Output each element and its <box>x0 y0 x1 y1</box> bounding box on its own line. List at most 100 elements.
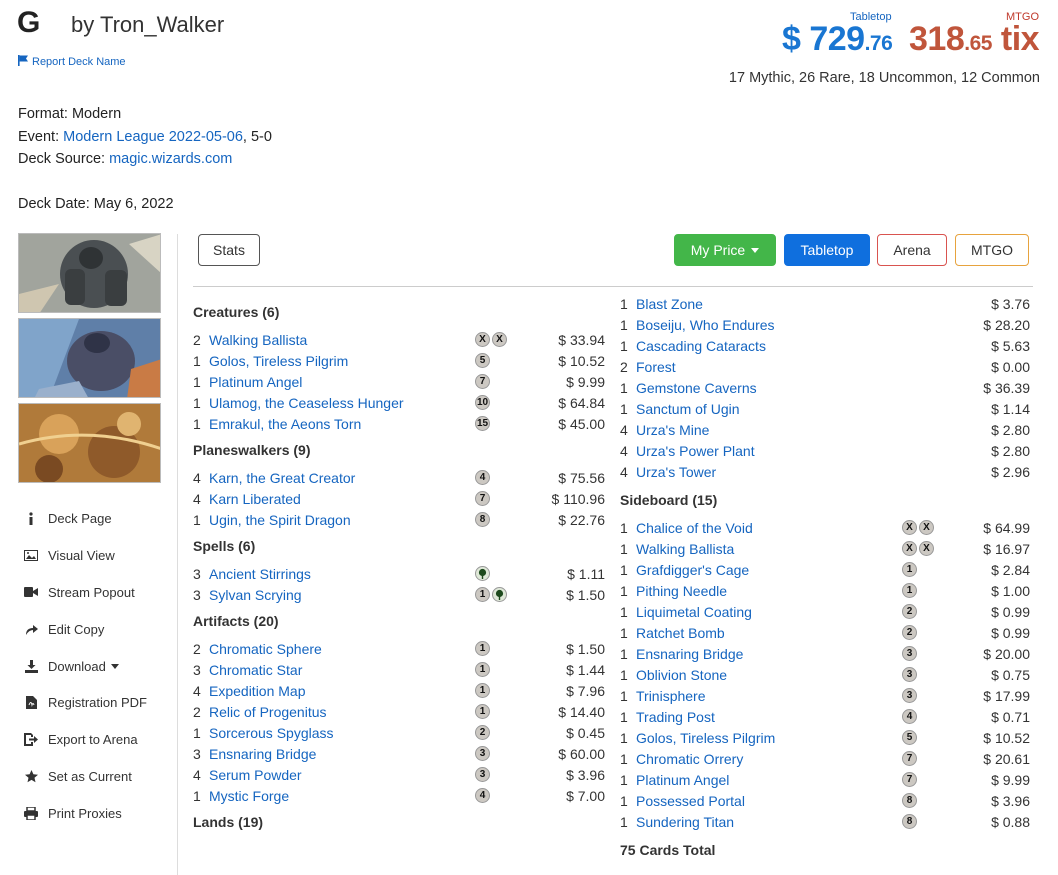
card-name-link[interactable]: Grafdigger's Cage <box>636 562 749 578</box>
my-price-dropdown[interactable]: My Price <box>674 234 776 266</box>
card-name-link[interactable]: Karn, the Great Creator <box>209 470 355 486</box>
card-name-link[interactable]: Sanctum of Ugin <box>636 401 740 417</box>
card-name-link[interactable]: Urza's Power Plant <box>636 443 755 459</box>
card-name-link[interactable]: Sorcerous Spyglass <box>209 725 334 741</box>
mana-cost: 2 <box>475 725 490 740</box>
card-quantity: 1 <box>620 813 628 830</box>
card-row: 1 Grafdigger's Cage 1 $ 2.84 <box>620 559 1040 580</box>
card-name-link[interactable]: Golos, Tireless Pilgrim <box>209 353 348 369</box>
card-name-link[interactable]: Chalice of the Void <box>636 520 753 536</box>
card-name-link[interactable]: Ugin, the Spirit Dragon <box>209 512 351 528</box>
card-name-link[interactable]: Urza's Mine <box>636 422 709 438</box>
card-price: $ 0.75 <box>991 666 1030 683</box>
card-name-link[interactable]: Mystic Forge <box>209 788 289 804</box>
card-name-link[interactable]: Boseiju, Who Endures <box>636 317 775 333</box>
card-name-link[interactable]: Pithing Needle <box>636 583 727 599</box>
card-name-link[interactable]: Expedition Map <box>209 683 306 699</box>
card-name-link[interactable]: Sylvan Scrying <box>209 587 302 603</box>
set-as-current-link[interactable]: Set as Current <box>22 758 172 795</box>
stats-button[interactable]: Stats <box>198 234 260 266</box>
deck-page-link[interactable]: Deck Page <box>22 500 172 537</box>
card-name-link[interactable]: Urza's Tower <box>636 464 716 480</box>
card-row: 1 Sanctum of Ugin $ 1.14 <box>620 398 1040 419</box>
card-name-link[interactable]: Possessed Portal <box>636 793 745 809</box>
mana-symbol-icon: 3 <box>902 667 917 682</box>
featured-card-image-1[interactable] <box>18 233 161 313</box>
card-price: $ 0.71 <box>991 708 1030 725</box>
mana-symbol-icon: 10 <box>475 395 490 410</box>
mana-symbol-icon: 1 <box>475 662 490 677</box>
section-heading: Artifacts (20) <box>193 613 279 629</box>
export-to-arena-link[interactable]: Export to Arena <box>22 721 172 758</box>
card-name-link[interactable]: Liquimetal Coating <box>636 604 752 620</box>
card-name-link[interactable]: Chromatic Sphere <box>209 641 322 657</box>
card-name-link[interactable]: Oblivion Stone <box>636 667 727 683</box>
card-quantity: 1 <box>620 750 628 767</box>
cards-total: 75 Cards Total <box>620 842 716 858</box>
card-price: $ 1.44 <box>566 661 605 678</box>
registration-pdf-link[interactable]: Registration PDF <box>22 684 172 721</box>
tabletop-price-button[interactable]: Tabletop <box>784 234 870 266</box>
card-quantity: 3 <box>193 661 201 678</box>
sidebar-divider <box>177 234 178 875</box>
report-deck-name-link[interactable]: Report Deck Name <box>18 55 126 69</box>
card-row: 1 Ratchet Bomb 2 $ 0.99 <box>620 622 1040 643</box>
card-name-link[interactable]: Golos, Tireless Pilgrim <box>636 730 775 746</box>
card-name-link[interactable]: Platinum Angel <box>209 374 302 390</box>
card-name-link[interactable]: Emrakul, the Aeons Torn <box>209 416 361 432</box>
mtgo-price-button[interactable]: MTGO <box>955 234 1029 266</box>
featured-card-image-3[interactable] <box>18 403 161 483</box>
card-quantity: 1 <box>620 540 628 557</box>
card-name-link[interactable]: Platinum Angel <box>636 772 729 788</box>
event-link[interactable]: Modern League 2022-05-06 <box>63 129 243 145</box>
mana-cost: 3 <box>475 767 490 782</box>
card-price: $ 36.39 <box>983 379 1030 396</box>
card-name-link[interactable]: Trinisphere <box>636 688 706 704</box>
sideboard-list: 1 Chalice of the Void X X $ 64.99 1 Walking Ba… <box>620 517 1040 832</box>
card-row: 4 Urza's Power Plant $ 2.80 <box>620 440 1040 461</box>
my-price-label: My Price <box>690 242 746 258</box>
card-price: $ 0.45 <box>566 724 605 741</box>
card-row: 4 Serum Powder 3 $ 3.96 <box>193 764 613 785</box>
card-name-link[interactable]: Ensnaring Bridge <box>209 746 316 762</box>
print-proxies-link[interactable]: Print Proxies <box>22 795 172 832</box>
source-link[interactable]: magic.wizards.com <box>109 151 232 167</box>
card-name-link[interactable]: Trading Post <box>636 709 715 725</box>
stream-popout-link[interactable]: Stream Popout <box>22 574 172 611</box>
card-name-link[interactable]: Ensnaring Bridge <box>636 646 743 662</box>
card-name-link[interactable]: Karn Liberated <box>209 491 301 507</box>
mana-symbol-icon: X <box>919 541 934 556</box>
edit-copy-link[interactable]: Edit Copy <box>22 611 172 648</box>
card-quantity: 1 <box>620 771 628 788</box>
mana-symbol-icon: 2 <box>475 725 490 740</box>
card-name-link[interactable]: Sundering Titan <box>636 814 734 830</box>
card-name-link[interactable]: Blast Zone <box>636 296 703 312</box>
mana-cost: 7 <box>902 751 917 766</box>
card-name-link[interactable]: Ancient Stirrings <box>209 566 311 582</box>
mana-cost: XX <box>902 520 934 535</box>
card-row: 2 Chromatic Sphere 1 $ 1.50 <box>193 638 613 659</box>
card-name-link[interactable]: Walking Ballista <box>209 332 307 348</box>
arena-price-button[interactable]: Arena <box>877 234 947 266</box>
visual-view-link[interactable]: Visual View <box>22 537 172 574</box>
card-name-link[interactable]: Chromatic Star <box>209 662 302 678</box>
card-price: $ 3.96 <box>991 792 1030 809</box>
download-dropdown[interactable]: Download <box>22 648 172 685</box>
deck-date: Deck Date: May 6, 2022 <box>18 196 174 212</box>
mana-cost: 3 <box>902 667 917 682</box>
mtgo-price: 318.65 tix <box>909 20 1040 59</box>
card-row: 1 Trinisphere 3 $ 17.99 <box>620 685 1040 706</box>
card-name-link[interactable]: Walking Ballista <box>636 541 734 557</box>
featured-card-image-2[interactable] <box>18 318 161 398</box>
card-name-link[interactable]: Relic of Progenitus <box>209 704 327 720</box>
mana-cost: 3 <box>902 646 917 661</box>
mana-cost: 8 <box>902 793 917 808</box>
card-name-link[interactable]: Forest <box>636 359 676 375</box>
card-name-link[interactable]: Cascading Cataracts <box>636 338 766 354</box>
card-name-link[interactable]: Serum Powder <box>209 767 302 783</box>
card-name-link[interactable]: Gemstone Caverns <box>636 380 757 396</box>
card-name-link[interactable]: Ulamog, the Ceaseless Hunger <box>209 395 404 411</box>
card-name-link[interactable]: Chromatic Orrery <box>636 751 743 767</box>
card-name-link[interactable]: Ratchet Bomb <box>636 625 725 641</box>
card-quantity: 3 <box>193 586 201 603</box>
